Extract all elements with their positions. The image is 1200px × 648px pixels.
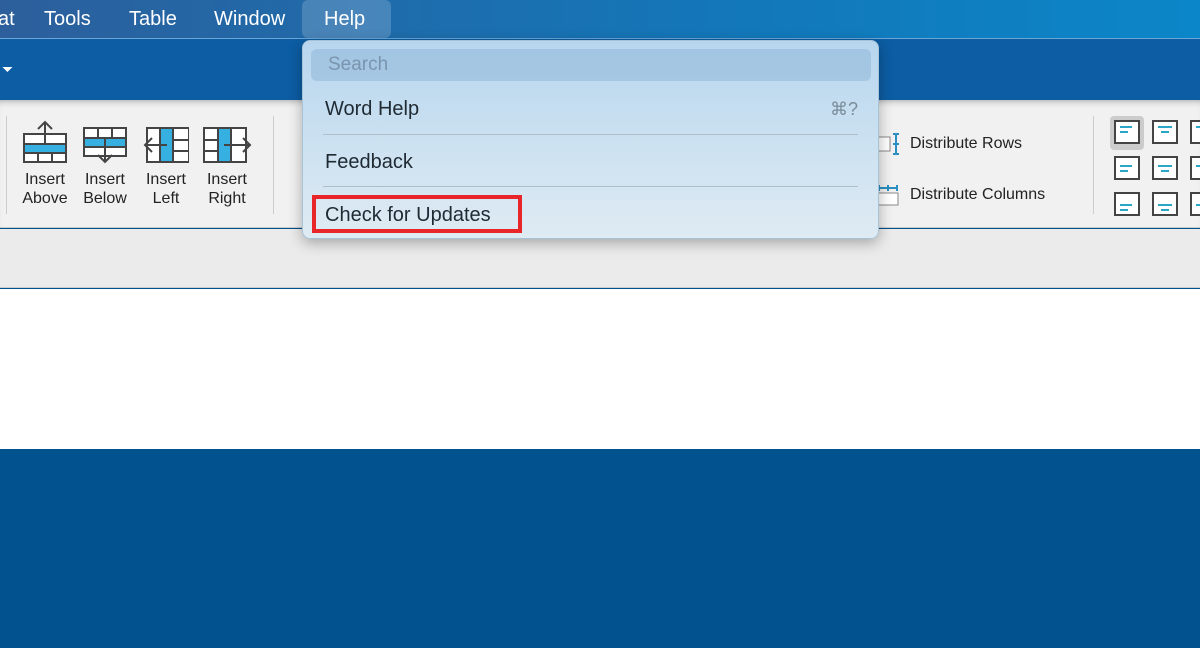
menu-table[interactable]: Table (119, 0, 187, 38)
align-middle-right-button[interactable] (1190, 156, 1200, 180)
menu-bar: at Tools Table Window Help (0, 0, 1200, 39)
menu-window[interactable]: Window (204, 0, 295, 38)
insert-left-icon (143, 127, 189, 163)
distribute-rows-label: Distribute Rows (910, 135, 1023, 153)
insert-right-button[interactable]: Insert Right (199, 120, 255, 208)
menu-separator (323, 186, 858, 187)
help-search-input[interactable]: Search (311, 49, 871, 81)
distribute-columns-button[interactable]: Distribute Columns (877, 184, 1046, 206)
insert-above-label-2: Above (22, 190, 68, 207)
distribute-columns-label: Distribute Columns (910, 186, 1046, 204)
insert-right-icon (203, 127, 252, 163)
divider (1093, 116, 1094, 214)
align-middle-left-button[interactable] (1114, 156, 1140, 180)
menu-format[interactable]: at (0, 0, 25, 38)
distribute-rows-icon (877, 133, 899, 155)
insert-left-label: Insert (145, 171, 186, 188)
insert-above-label: Insert (24, 171, 65, 188)
distribute-rows-button[interactable]: Distribute Rows (877, 133, 1023, 155)
insert-right-label-2: Right (208, 190, 246, 207)
align-middle-center-button[interactable] (1152, 156, 1178, 180)
document-page[interactable] (0, 289, 1200, 449)
insert-below-label-2: Below (83, 190, 127, 207)
insert-below-button[interactable]: Insert Below (77, 120, 133, 208)
menu-help[interactable]: Help (302, 0, 391, 38)
insert-left-label-2: Left (152, 190, 180, 207)
insert-left-button[interactable]: Insert Left (138, 120, 194, 208)
align-bottom-center-button[interactable] (1152, 192, 1178, 216)
divider (6, 116, 7, 214)
insert-above-icon (23, 120, 67, 163)
help-menu-dropdown: Search Word Help ⌘? Feedback Check for U… (302, 40, 879, 239)
align-top-right-button[interactable] (1190, 120, 1200, 144)
align-bottom-right-button[interactable] (1190, 192, 1200, 216)
customize-toolbar-icon[interactable]: ⏷ (2, 61, 13, 78)
menu-separator (323, 134, 858, 135)
insert-below-icon (83, 127, 127, 164)
insert-below-label: Insert (84, 171, 125, 188)
align-top-left-button[interactable] (1114, 120, 1140, 144)
word-help-shortcut: ⌘? (829, 99, 858, 119)
menu-item-word-help[interactable]: Word Help (325, 98, 419, 121)
divider (273, 116, 274, 214)
align-bottom-left-button[interactable] (1114, 192, 1140, 216)
distribute-columns-icon (877, 185, 899, 206)
menu-item-check-for-updates[interactable]: Check for Updates (325, 204, 491, 227)
insert-right-label: Insert (206, 171, 247, 188)
menu-item-feedback[interactable]: Feedback (325, 151, 413, 174)
align-top-center-button[interactable] (1152, 120, 1178, 144)
insert-above-button[interactable]: Insert Above (17, 120, 73, 208)
menu-tools[interactable]: Tools (34, 0, 101, 38)
